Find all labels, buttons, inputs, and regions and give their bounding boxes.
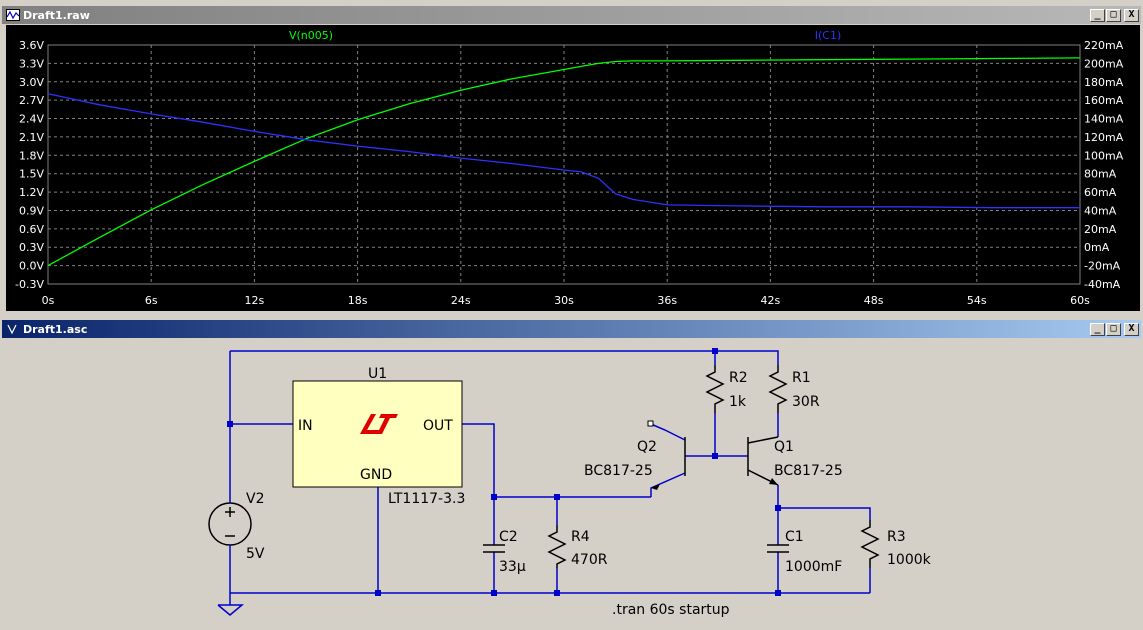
close-button[interactable]: X <box>1124 322 1139 336</box>
r1-value: 30R <box>792 394 820 410</box>
schematic-app-icon <box>7 324 17 335</box>
y-tick-label-right: 40mA <box>1084 204 1117 217</box>
y-tick-label-left: 3.0V <box>19 76 44 89</box>
minimize-button[interactable]: _ <box>1090 322 1105 336</box>
y-tick-label-right: 120mA <box>1084 131 1124 144</box>
v2-ref: V2 <box>246 491 264 507</box>
x-tick-label: 0s <box>42 294 55 307</box>
y-tick-label-left: 0.0V <box>19 260 44 273</box>
y-tick-label-left: 0.9V <box>19 204 44 217</box>
trace-label-current: I(C1) <box>815 29 842 42</box>
u1-pin-gnd: GND <box>360 467 392 483</box>
x-tick-label: 48s <box>864 294 884 307</box>
schematic-window-title: Draft1.asc <box>23 322 88 336</box>
x-tick-label: 18s <box>348 294 368 307</box>
x-tick-label: 12s <box>245 294 265 307</box>
r4-value: 470R <box>571 552 608 568</box>
q2-ref: Q2 <box>637 439 657 455</box>
y-tick-label-left: 0.3V <box>19 241 44 254</box>
u1-value: LT1117-3.3 <box>388 491 465 507</box>
waveform-window: Draft1.raw _ □ X 3.6V 220mA 3.3V 200mA 3.0V 1… <box>0 0 1143 313</box>
x-tick-label: 30s <box>554 294 574 307</box>
q1-value: BC817-25 <box>774 463 843 479</box>
x-tick-label: 60s <box>1070 294 1090 307</box>
y-tick-label-right: 160mA <box>1084 94 1124 107</box>
y-tick-label-left: 1.2V <box>19 186 44 199</box>
y-tick-label-right: 180mA <box>1084 76 1124 89</box>
y-tick-label-left: 1.5V <box>19 168 44 181</box>
y-tick-label-right: 0mA <box>1084 241 1110 254</box>
y-tick-label-right: -40mA <box>1084 278 1121 291</box>
r2-value: 1k <box>729 394 747 410</box>
waveform-window-title: Draft1.raw <box>23 8 90 22</box>
y-tick-label-right: -20mA <box>1084 260 1121 273</box>
y-tick-label-left: 3.3V <box>19 57 44 70</box>
r1-resistor[interactable]: R1 30R <box>768 365 820 413</box>
v2-value: 5V <box>246 546 265 562</box>
spice-directive[interactable]: .tran 60s startup <box>612 602 730 618</box>
q2-value: BC817-25 <box>584 463 653 479</box>
schematic-window: Draft1.asc _ □ X U1 IN OUT GND LT1117-3.… <box>0 316 1143 629</box>
maximize-button[interactable]: □ <box>1106 8 1121 22</box>
x-tick-label: 36s <box>657 294 677 307</box>
r4-resistor[interactable]: R4 470R <box>547 525 608 568</box>
schematic-drawing[interactable]: U1 IN OUT GND LT1117-3.3 V2 5V R2 1k R1 … <box>6 340 1140 626</box>
schematic-titlebar[interactable]: Draft1.asc _ □ X <box>2 320 1141 338</box>
r3-value: 1000k <box>887 552 932 568</box>
y-tick-label-left: 3.6V <box>19 39 44 52</box>
r2-ref: R2 <box>729 370 748 386</box>
r3-resistor[interactable]: R3 1000k <box>860 520 932 568</box>
waveform-titlebar[interactable]: Draft1.raw _ □ X <box>2 6 1141 24</box>
y-tick-label-left: 0.6V <box>19 223 44 236</box>
r4-ref: R4 <box>571 529 590 545</box>
close-button[interactable]: X <box>1124 8 1139 22</box>
y-tick-label-left: 2.1V <box>19 131 44 144</box>
u1-pin-in: IN <box>298 418 313 434</box>
q2-transistor[interactable]: Q2 BC817-25 <box>584 437 686 490</box>
u1-regulator[interactable]: U1 IN OUT GND LT1117-3.3 <box>292 366 465 507</box>
maximize-button[interactable]: □ <box>1106 322 1121 336</box>
y-tick-label-right: 200mA <box>1084 57 1124 70</box>
q1-ref: Q1 <box>774 439 794 455</box>
y-tick-label-right: 140mA <box>1084 113 1124 126</box>
trace-label-voltage: V(n005) <box>289 29 333 42</box>
y-tick-label-right: 60mA <box>1084 186 1117 199</box>
r2-resistor[interactable]: R2 1k <box>705 365 748 413</box>
r3-ref: R3 <box>887 529 906 545</box>
c2-value: 33µ <box>499 559 526 575</box>
c2-capacitor[interactable]: C2 33µ <box>483 529 526 575</box>
q2-unconnected-terminal <box>647 420 654 427</box>
y-tick-label-left: 2.7V <box>19 94 44 107</box>
c1-value: 1000mF <box>785 559 842 575</box>
y-tick-label-left: 2.4V <box>19 113 44 126</box>
y-tick-label-left: 1.8V <box>19 149 44 162</box>
x-tick-label: 24s <box>451 294 471 307</box>
plot-frame <box>47 44 1081 285</box>
waveform-plot-pane[interactable]: 3.6V 220mA 3.3V 200mA 3.0V 180mA 2.7V 160mA 2.4V… <box>6 25 1140 311</box>
y-tick-label-left: -0.3V <box>15 278 44 291</box>
y-tick-label-right: 80mA <box>1084 168 1117 181</box>
waveform-plot[interactable]: 3.6V 220mA 3.3V 200mA 3.0V 180mA 2.7V 160mA 2.4V… <box>6 25 1140 311</box>
x-tick-label: 42s <box>761 294 781 307</box>
schematic-canvas[interactable]: U1 IN OUT GND LT1117-3.3 V2 5V R2 1k R1 … <box>6 340 1140 626</box>
y-tick-label-right: 20mA <box>1084 223 1117 236</box>
c1-ref: C1 <box>785 529 804 545</box>
minimize-button[interactable]: _ <box>1090 8 1105 22</box>
x-tick-label: 54s <box>967 294 987 307</box>
y-tick-label-right: 220mA <box>1084 39 1124 52</box>
q1-transistor[interactable]: Q1 BC817-25 <box>747 436 843 486</box>
y-tick-label-right: 100mA <box>1084 149 1124 162</box>
v2-source[interactable]: V2 5V <box>208 491 265 562</box>
waveform-app-icon <box>6 9 20 21</box>
c2-ref: C2 <box>499 529 518 545</box>
r1-ref: R1 <box>792 370 811 386</box>
x-tick-label: 6s <box>145 294 158 307</box>
u1-ref: U1 <box>368 366 387 382</box>
u1-pin-out: OUT <box>423 418 453 434</box>
ground-symbol <box>217 604 245 616</box>
